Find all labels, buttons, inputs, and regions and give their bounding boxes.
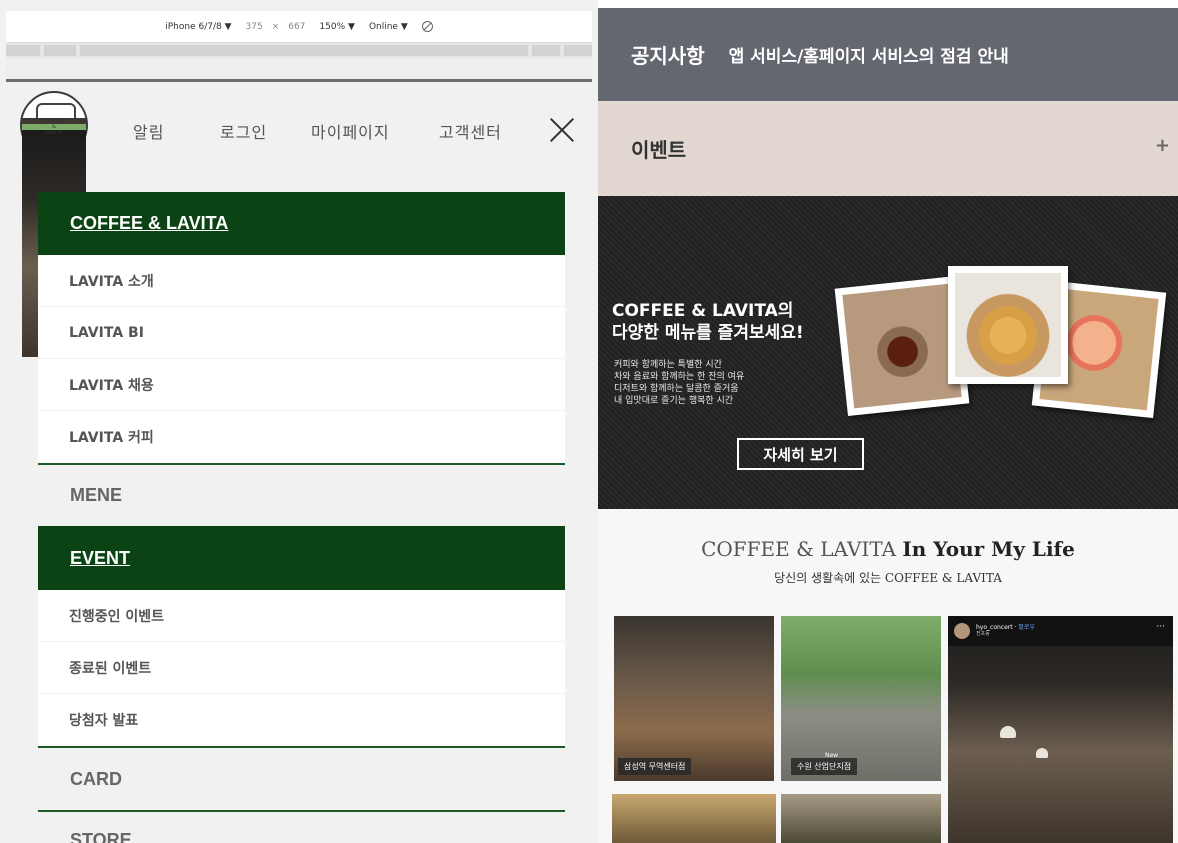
notice-bar[interactable]: 공지사항 앱 서비스/홈페이지 서비스의 점검 안내: [598, 8, 1178, 101]
ruler-segment[interactable]: [80, 45, 528, 56]
view-details-button[interactable]: 자세히 보기: [737, 438, 864, 470]
device-select[interactable]: iPhone 6/7/8 ▼: [165, 22, 231, 32]
close-icon[interactable]: [548, 116, 576, 144]
instagram-post-header: hyo_concert · 팔로우 전포동 ···: [948, 616, 1173, 646]
nav-customer-center[interactable]: 고객센터: [439, 119, 502, 143]
banner-title: COFFEE & LAVITA의 다양한 메뉴를 즐겨보세요!: [612, 300, 804, 344]
menu-item-ongoing-event[interactable]: 진행중인 이벤트: [38, 590, 565, 642]
banner-title-line2: 다양한 메뉴를 즐겨보세요!: [612, 323, 804, 343]
ruler-segment[interactable]: [6, 45, 40, 56]
event-accordion[interactable]: 이벤트 +: [598, 101, 1178, 196]
menu-item-ended-event[interactable]: 종료된 이벤트: [38, 642, 565, 694]
page-preview: 공지사항 앱 서비스/홈페이지 서비스의 점검 안내 이벤트 + COFFEE …: [598, 0, 1178, 843]
dimension-separator: ×: [271, 21, 280, 32]
device-toolbar: iPhone 6/7/8 ▼ 375 × 667 150% ▼ Online ▼: [6, 11, 592, 43]
menu-head-event[interactable]: EVENT: [38, 526, 565, 590]
banner-title-line1: COFFEE & LAVITA의: [612, 301, 794, 321]
ruler-gap: [6, 58, 592, 80]
life-section: COFFEE & LAVITA In Your My Life 당신의 생활속에…: [598, 509, 1178, 843]
notice-text[interactable]: 앱 서비스/홈페이지 서비스의 점검 안내: [729, 42, 1009, 67]
bagel-image: [955, 273, 1061, 377]
network-throttle-select[interactable]: Online ▼: [369, 22, 408, 32]
life-subtitle: 당신의 생활속에 있는 COFFEE & LAVITA: [774, 571, 1002, 585]
plus-icon[interactable]: +: [1155, 135, 1170, 156]
menu-item-lavita-intro[interactable]: LAVITA 소개: [38, 255, 565, 307]
store-tag: 수원 산업단지점: [791, 758, 858, 775]
life-title: COFFEE & LAVITA In Your My Life: [598, 537, 1178, 561]
life-title-tagline: In Your My Life: [902, 537, 1075, 561]
store-tag: 삼성역 무역센터점: [618, 758, 692, 775]
instagram-location[interactable]: 전포동: [976, 630, 990, 637]
nav-login[interactable]: 로그인: [220, 119, 267, 143]
store-tile-samsung[interactable]: 삼성역 무역센터점: [614, 616, 774, 781]
screen: iPhone 6/7/8 ▼ 375 × 667 150% ▼ Online ▼…: [0, 0, 1178, 843]
media-query-ruler: [6, 43, 592, 58]
banner-line: 커피와 함께하는 특별한 시간: [614, 360, 722, 370]
ruler-segment[interactable]: [532, 45, 560, 56]
banner-description: 커피와 함께하는 특별한 시간 차와 음료와 함께하는 한 잔의 여유 디저트와…: [614, 359, 744, 407]
nav-mypage[interactable]: 마이페이지: [311, 119, 390, 143]
more-options-icon[interactable]: ···: [1156, 622, 1165, 632]
store-tile-suwon[interactable]: New 수원 산업단지점: [781, 616, 941, 781]
notice-label: 공지사항: [631, 44, 705, 68]
event-label: 이벤트: [631, 138, 687, 162]
menu-item-mene[interactable]: MENE: [38, 463, 565, 526]
avatar[interactable]: [954, 623, 970, 639]
brand-logo[interactable]: COFFEE & LAVITA: [20, 91, 88, 357]
ruler-segment[interactable]: [44, 45, 76, 56]
follow-link[interactable]: 팔로우: [1018, 624, 1035, 631]
store-tile[interactable]: [612, 794, 776, 843]
nav-notifications[interactable]: 알림: [133, 119, 164, 143]
pendant-lamp: [1000, 726, 1016, 738]
viewport-width[interactable]: 375: [246, 22, 263, 32]
menu-item-store[interactable]: STORE: [38, 810, 565, 843]
banner-line: 내 입맛대로 즐기는 행복한 시간: [614, 396, 734, 406]
menu-banner: COFFEE & LAVITA의 다양한 메뉴를 즐겨보세요! 커피와 함께하는…: [598, 196, 1178, 509]
iced-coffee-image: [842, 283, 962, 409]
mobile-header: COFFEE & LAVITA 알림 로그인 마이페이지 고객센터: [6, 82, 592, 357]
zoom-select[interactable]: 150% ▼: [319, 22, 355, 32]
mobile-viewport: COFFEE & LAVITA 알림 로그인 마이페이지 고객센터 COFFEE…: [6, 82, 592, 843]
devtools-panel: iPhone 6/7/8 ▼ 375 × 667 150% ▼ Online ▼…: [0, 0, 598, 843]
menu-item-winners[interactable]: 당첨자 발표: [38, 694, 565, 746]
life-title-brand: COFFEE & LAVITA: [701, 537, 897, 561]
menu-item-lavita-recruit[interactable]: LAVITA 채용: [38, 359, 565, 411]
banner-line: 디저트와 함께하는 달콤한 즐거움: [614, 384, 739, 394]
menu-item-lavita-bi[interactable]: LAVITA BI: [38, 307, 565, 359]
menu-item-lavita-coffee[interactable]: LAVITA 커피: [38, 411, 565, 463]
menu-head-coffee-lavita[interactable]: COFFEE & LAVITA: [38, 192, 565, 255]
viewport-height[interactable]: 667: [288, 22, 305, 32]
instagram-post[interactable]: hyo_concert · 팔로우 전포동 ···: [948, 616, 1173, 843]
bagel-photo: [948, 266, 1068, 384]
ruler-segment[interactable]: [564, 45, 592, 56]
banner-line: 차와 음료와 함께하는 한 잔의 여유: [614, 372, 745, 382]
rotate-icon[interactable]: [421, 21, 433, 32]
side-menu: COFFEE & LAVITA LAVITA 소개 LAVITA BI LAVI…: [38, 192, 565, 843]
pendant-lamp: [1036, 748, 1048, 758]
store-tile[interactable]: [781, 794, 941, 843]
menu-item-card[interactable]: CARD: [38, 746, 565, 810]
